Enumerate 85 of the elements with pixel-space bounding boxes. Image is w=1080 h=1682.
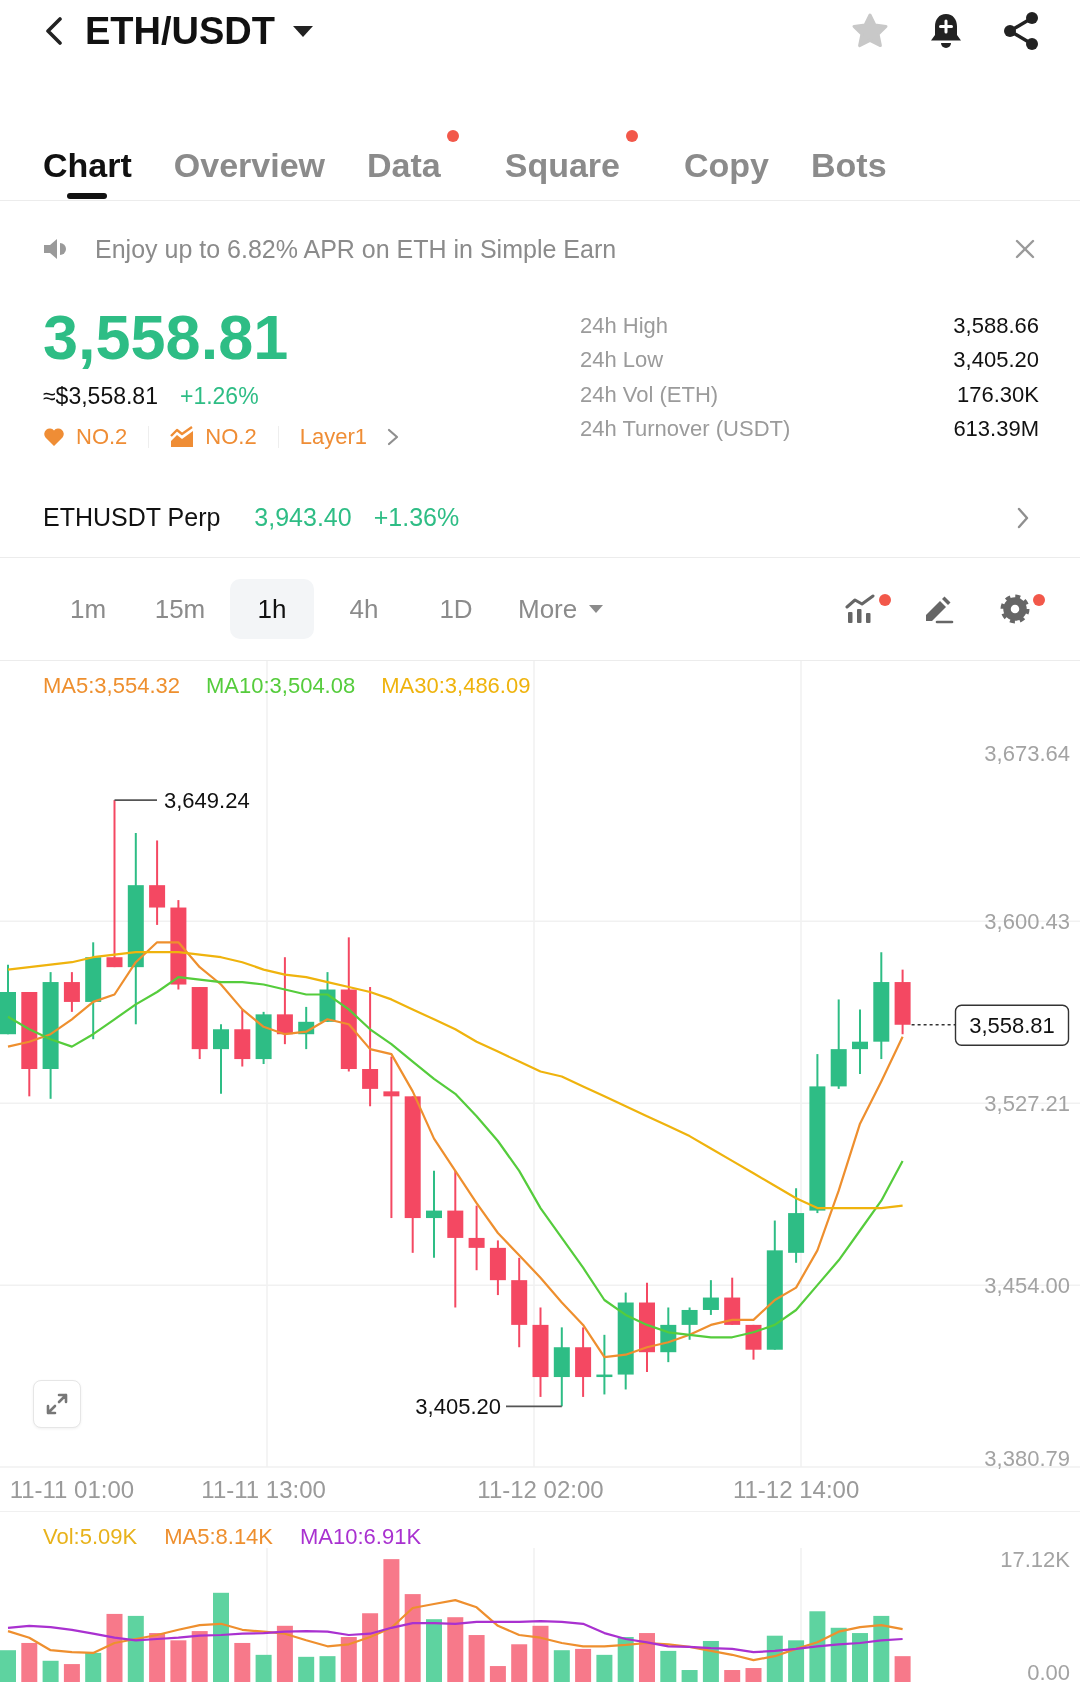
perp-price: 3,943.40 [254, 503, 352, 532]
y-axis-label: 3,380.79 [984, 1445, 1070, 1471]
last-price-line [910, 1024, 956, 1026]
interval-tab[interactable]: 1D [414, 579, 498, 639]
settings-icon[interactable] [999, 594, 1031, 624]
candle [298, 1005, 315, 1051]
close-icon[interactable] [1015, 239, 1035, 259]
interval-tab[interactable]: 15m [138, 579, 222, 639]
ranking-tag[interactable]: NO.2 [170, 424, 257, 450]
candle [468, 1204, 485, 1272]
tab[interactable]: Square [504, 118, 642, 200]
price-change: +1.26% [179, 382, 259, 410]
stat-label: 24h High [580, 312, 669, 340]
tab[interactable]: Bots [811, 118, 887, 200]
stat-label: 24h Low [580, 346, 664, 375]
candle [681, 1306, 698, 1341]
expand-button[interactable] [33, 1380, 81, 1428]
sector-tag[interactable]: Layer1 [299, 424, 399, 450]
star-icon[interactable] [850, 12, 890, 50]
y-axis-label: 3,600.43 [984, 908, 1070, 934]
candle [596, 1333, 613, 1396]
interval-tab[interactable]: 1h [230, 579, 314, 639]
caret-down-icon [589, 605, 604, 613]
notice-text: Enjoy up to 6.82% APR on ETH in Simple Earn [95, 234, 617, 264]
ranking-tag[interactable]: NO.2 [43, 424, 128, 450]
leader-line [113, 799, 158, 801]
tab[interactable]: Overview [173, 118, 325, 200]
candle [702, 1279, 719, 1316]
candle [255, 1010, 272, 1066]
caret-down-icon [293, 25, 313, 37]
series-legend-label: MA30:3,486.09 [381, 673, 531, 699]
interval-tab[interactable]: 1m [46, 579, 130, 639]
fiat-price: ≈$3,558.81 [43, 382, 158, 410]
perp-name: ETHUSDT Perp [43, 503, 221, 532]
tab[interactable]: Copy [684, 118, 769, 200]
stat-label: 24h Turnover (USDT) [580, 414, 791, 443]
area-chart-icon [170, 426, 195, 448]
series-legend-label: MA10:3,504.08 [206, 673, 356, 699]
candle [852, 1008, 868, 1075]
stat-value: 3,588.66 [953, 312, 1039, 340]
y-axis-label: 0.00 [1027, 1659, 1070, 1682]
candle [489, 1239, 506, 1297]
stat-value: 176.30K [957, 380, 1039, 409]
candle [319, 971, 336, 1023]
perp-change: +1.36% [373, 503, 460, 532]
back-icon[interactable] [44, 17, 64, 45]
candle [63, 971, 80, 1013]
interval-tab[interactable]: 4h [322, 579, 406, 639]
candle [894, 968, 911, 1036]
high-price-label: 3,649.24 [164, 787, 250, 813]
heart-icon [43, 427, 65, 447]
share-icon[interactable] [1002, 11, 1040, 51]
candle [234, 1008, 251, 1068]
last-price-tag: 3,558.81 [954, 1004, 1070, 1046]
candle [745, 1323, 762, 1361]
stat-value: 613.39M [953, 414, 1039, 443]
series-legend-label: MA5:3,554.32 [43, 673, 180, 699]
last-price: 3,558.81 [43, 305, 289, 369]
chevron-right-icon [387, 428, 399, 446]
stat-value: 3,405.20 [953, 346, 1039, 375]
series-legend-label: MA5:8.14K [164, 1524, 274, 1550]
candle [660, 1306, 677, 1364]
y-axis-label: 3,527.21 [984, 1090, 1070, 1116]
series-legend-label: Vol:5.09K [43, 1524, 138, 1550]
pair-selector-button[interactable]: ETH/USDT [85, 9, 313, 53]
x-axis-label: 11-12 14:00 [732, 1475, 860, 1503]
series-legend-label: MA10:6.91K [300, 1524, 422, 1550]
x-axis-label: 11-11 01:00 [9, 1475, 135, 1503]
candle [724, 1276, 741, 1326]
tab[interactable]: Chart [43, 118, 132, 200]
more-menu-button[interactable]: More [506, 579, 616, 639]
low-price-label: 3,405.20 [415, 1393, 501, 1419]
stat-label: 24h Vol (ETH) [580, 380, 719, 409]
y-axis-label: 3,454.00 [984, 1272, 1070, 1298]
indicators-icon[interactable] [845, 594, 877, 624]
x-axis-label: 11-12 02:00 [477, 1475, 604, 1503]
chevron-right-icon[interactable] [1016, 505, 1030, 530]
x-axis-label: 11-11 13:00 [201, 1475, 326, 1503]
y-axis-label: 3,673.64 [984, 740, 1070, 766]
leader-line [505, 1405, 563, 1408]
candle [213, 1023, 229, 1095]
y-axis-label: 17.12K [1000, 1546, 1070, 1572]
tab[interactable]: Data [367, 118, 463, 200]
candle [575, 1326, 592, 1398]
expand-icon [45, 1392, 69, 1416]
